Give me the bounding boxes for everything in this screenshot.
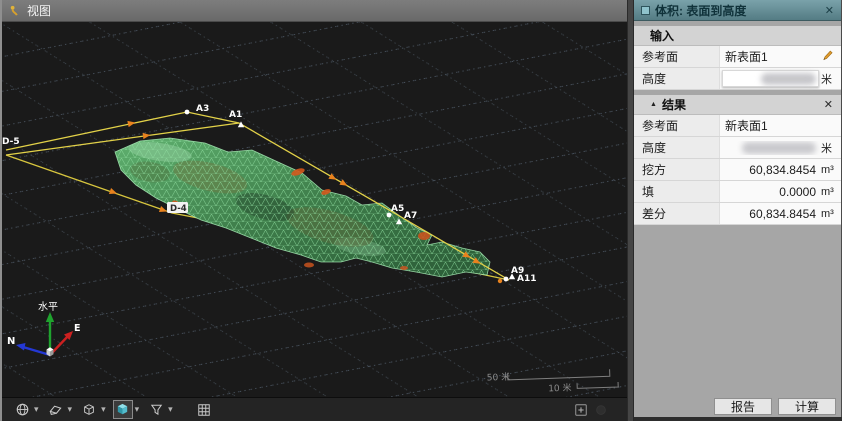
label-a1: A1 (229, 110, 242, 120)
label-a7: A7 (404, 211, 417, 221)
result-reference-row: 参考面 新表面1 (634, 115, 841, 137)
reference-surface-label: 参考面 (634, 46, 720, 67)
pencil-icon[interactable] (821, 49, 834, 62)
result-reference-label: 参考面 (634, 115, 720, 136)
reference-surface-value[interactable]: 新表面1 (720, 48, 821, 65)
delta-volume-row: 差分 60,834.8454 m³ (634, 203, 841, 225)
redacted-value (742, 142, 816, 154)
view-toolbar: ▾ ▾ ▾ ▾ ▾ (0, 397, 627, 421)
clear-results-icon[interactable]: ✕ (824, 98, 833, 111)
reference-surface-row: 参考面 新表面1 (634, 46, 841, 68)
result-elevation-unit: 米 (821, 140, 841, 156)
edit-reference-cell[interactable] (821, 49, 841, 65)
calculate-button[interactable]: 计算 (778, 398, 836, 415)
fill-volume-row: 填 0.0000 m³ (634, 181, 841, 203)
east-label: E (74, 323, 81, 334)
result-reference-value: 新表面1 (720, 117, 821, 134)
cube-icon[interactable] (79, 400, 99, 419)
cut-label: 挖方 (634, 159, 720, 180)
grid-icon[interactable] (194, 400, 214, 419)
view-title: 视图 (27, 2, 51, 19)
expander-icon[interactable]: ▲ (650, 101, 657, 108)
scalebar-50-label: 50 米 (487, 371, 511, 384)
cut-value: 60,834.8454 (720, 163, 821, 177)
label-a5: A5 (391, 204, 404, 214)
render-mode-icon[interactable] (12, 400, 32, 419)
view-cube-caret[interactable]: ▾ (135, 405, 140, 414)
cut-volume-row: 挖方 60,834.8454 m³ (634, 159, 841, 181)
scalebar-10-label: 10 米 (548, 382, 572, 395)
view-icon (8, 4, 21, 17)
view-cube-icon[interactable] (113, 400, 133, 419)
delta-label: 差分 (634, 203, 720, 224)
panel-icon (641, 6, 650, 15)
panel-header: 体积: 表面到高度 ✕ (634, 0, 841, 21)
result-section-header[interactable]: ▲ 结果 ✕ (634, 95, 841, 115)
elevation-input[interactable] (722, 70, 819, 87)
fill-label: 填 (634, 181, 720, 202)
filter-icon[interactable] (146, 400, 166, 419)
result-elevation-value (720, 141, 821, 155)
prism-icon[interactable] (46, 400, 66, 419)
fill-value: 0.0000 (720, 185, 821, 199)
label-a3: A3 (196, 104, 209, 114)
delta-value: 60,834.8454 (720, 207, 821, 221)
filter-caret[interactable]: ▾ (168, 405, 173, 414)
report-button[interactable]: 报告 (714, 398, 772, 415)
volume-panel: 体积: 表面到高度 ✕ 输入 参考面 新表面1 高度 米 (634, 0, 842, 421)
panel-close-icon[interactable]: ✕ (825, 4, 834, 17)
render-mode-caret[interactable]: ▾ (34, 405, 39, 414)
north-label: N (7, 336, 15, 347)
label-d5: D-5 (2, 137, 20, 147)
panel-title: 体积: 表面到高度 (655, 2, 820, 19)
fill-unit: m³ (821, 186, 841, 198)
view-title-bar: 视图 (0, 0, 627, 22)
application-window: 视图 (0, 0, 842, 421)
view-pane: 视图 (0, 0, 627, 421)
result-elevation-label: 高度 (634, 137, 720, 158)
result-elevation-row: 高度 米 (634, 137, 841, 159)
cube-caret[interactable]: ▾ (101, 405, 106, 414)
label-d4: D-4 (170, 204, 187, 214)
elevation-label: 高度 (634, 68, 720, 89)
input-section-label: 输入 (650, 27, 674, 44)
prism-caret[interactable]: ▾ (68, 405, 73, 414)
input-section-header: 输入 (634, 26, 841, 46)
cut-unit: m³ (821, 164, 841, 176)
panel-footer: 报告 计算 (634, 398, 842, 416)
delta-unit: m³ (821, 208, 841, 220)
window-left-edge (0, 0, 2, 421)
elevation-unit: 米 (821, 71, 841, 87)
label-d4-chip: D-4 (167, 202, 188, 214)
pane-splitter[interactable] (627, 0, 634, 421)
3d-canvas[interactable]: D-5 A3 A1 A5 A7 A9 A11 D-4 水平 (0, 22, 627, 397)
label-a11: A11 (517, 274, 537, 284)
redacted-value (761, 73, 816, 85)
elevation-input-row: 高度 米 (634, 68, 841, 90)
disabled-icon (591, 400, 611, 419)
axis-up-label: 水平 (38, 301, 58, 313)
result-section-label: 结果 (662, 96, 686, 113)
add-view-icon[interactable] (571, 400, 591, 419)
